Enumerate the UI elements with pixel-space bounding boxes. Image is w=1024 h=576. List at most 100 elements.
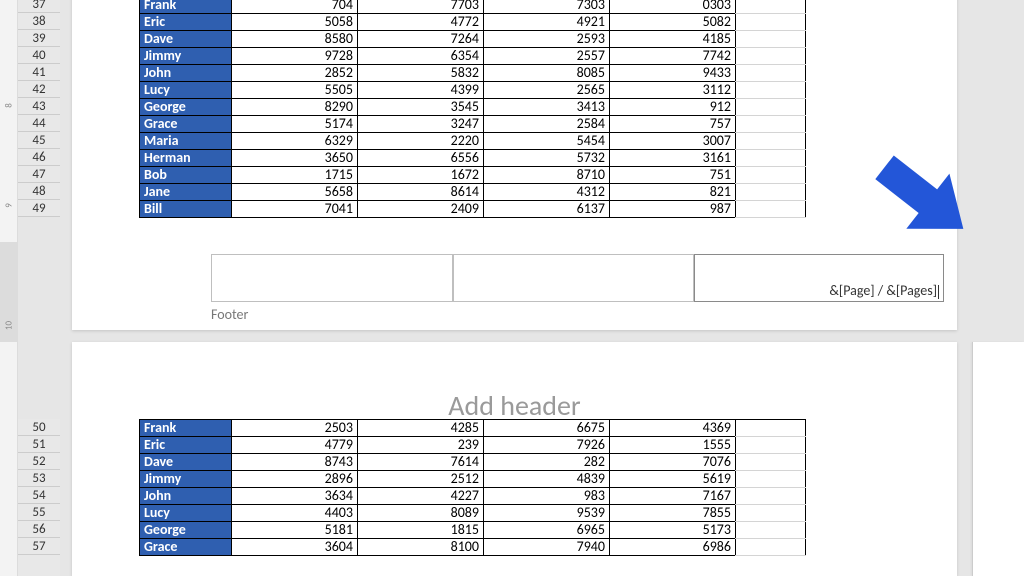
value-cell[interactable]: 987 bbox=[610, 201, 736, 218]
value-cell[interactable]: 5832 bbox=[358, 65, 484, 82]
value-cell[interactable]: 7703 bbox=[358, 0, 484, 14]
row-number[interactable]: 44 bbox=[18, 115, 60, 132]
data-table-1[interactable]: Frank704770373030303Eric5058477249215082… bbox=[139, 0, 736, 218]
value-cell[interactable]: 6675 bbox=[484, 420, 610, 437]
empty-cell[interactable] bbox=[736, 522, 806, 539]
name-cell[interactable]: Jane bbox=[140, 184, 232, 201]
name-cell[interactable]: Jimmy bbox=[140, 471, 232, 488]
value-cell[interactable]: 2557 bbox=[484, 48, 610, 65]
row-number[interactable]: 56 bbox=[18, 521, 60, 538]
name-cell[interactable]: Dave bbox=[140, 31, 232, 48]
table-row[interactable]: Jimmy9728635425577742 bbox=[140, 48, 736, 65]
value-cell[interactable]: 7303 bbox=[484, 0, 610, 14]
empty-cell[interactable] bbox=[736, 99, 806, 116]
value-cell[interactable]: 912 bbox=[610, 99, 736, 116]
value-cell[interactable]: 9728 bbox=[232, 48, 358, 65]
value-cell[interactable]: 5082 bbox=[610, 14, 736, 31]
empty-cell[interactable] bbox=[736, 454, 806, 471]
name-cell[interactable]: Frank bbox=[140, 0, 232, 14]
value-cell[interactable]: 7076 bbox=[610, 454, 736, 471]
row-number[interactable]: 38 bbox=[18, 13, 60, 30]
value-cell[interactable]: 5174 bbox=[232, 116, 358, 133]
name-cell[interactable]: Bob bbox=[140, 167, 232, 184]
value-cell[interactable]: 757 bbox=[610, 116, 736, 133]
value-cell[interactable]: 3650 bbox=[232, 150, 358, 167]
table-row[interactable]: John363442279837167 bbox=[140, 488, 736, 505]
value-cell[interactable]: 9539 bbox=[484, 505, 610, 522]
value-cell[interactable]: 2503 bbox=[232, 420, 358, 437]
row-number[interactable]: 43 bbox=[18, 98, 60, 115]
name-cell[interactable]: Lucy bbox=[140, 82, 232, 99]
value-cell[interactable]: 3413 bbox=[484, 99, 610, 116]
value-cell[interactable]: 5454 bbox=[484, 133, 610, 150]
value-cell[interactable]: 7855 bbox=[610, 505, 736, 522]
value-cell[interactable]: 8743 bbox=[232, 454, 358, 471]
name-cell[interactable]: Lucy bbox=[140, 505, 232, 522]
value-cell[interactable]: 7926 bbox=[484, 437, 610, 454]
empty-cell[interactable] bbox=[736, 133, 806, 150]
row-number[interactable]: 37 bbox=[18, 0, 60, 13]
value-cell[interactable]: 6556 bbox=[358, 150, 484, 167]
value-cell[interactable]: 4772 bbox=[358, 14, 484, 31]
name-cell[interactable]: Maria bbox=[140, 133, 232, 150]
name-cell[interactable]: George bbox=[140, 99, 232, 116]
value-cell[interactable]: 4403 bbox=[232, 505, 358, 522]
empty-cell[interactable] bbox=[736, 505, 806, 522]
value-cell[interactable]: 7167 bbox=[610, 488, 736, 505]
footer-right-box[interactable]: &[Page] / &[Pages] bbox=[694, 254, 944, 302]
value-cell[interactable]: 4369 bbox=[610, 420, 736, 437]
empty-cell[interactable] bbox=[736, 184, 806, 201]
value-cell[interactable]: 2852 bbox=[232, 65, 358, 82]
row-number[interactable]: 39 bbox=[18, 30, 60, 47]
value-cell[interactable]: 5658 bbox=[232, 184, 358, 201]
row-number[interactable]: 51 bbox=[18, 436, 60, 453]
table-row[interactable]: Grace517432472584757 bbox=[140, 116, 736, 133]
value-cell[interactable]: 4779 bbox=[232, 437, 358, 454]
value-cell[interactable]: 3604 bbox=[232, 539, 358, 556]
value-cell[interactable]: 8089 bbox=[358, 505, 484, 522]
value-cell[interactable]: 4921 bbox=[484, 14, 610, 31]
value-cell[interactable]: 239 bbox=[358, 437, 484, 454]
empty-cell[interactable] bbox=[736, 116, 806, 133]
name-cell[interactable]: Grace bbox=[140, 116, 232, 133]
table-row[interactable]: Dave874376142827076 bbox=[140, 454, 736, 471]
table-row[interactable]: Eric477923979261555 bbox=[140, 437, 736, 454]
value-cell[interactable]: 983 bbox=[484, 488, 610, 505]
value-cell[interactable]: 5173 bbox=[610, 522, 736, 539]
extra-column-1[interactable] bbox=[735, 0, 806, 218]
value-cell[interactable]: 3161 bbox=[610, 150, 736, 167]
value-cell[interactable]: 6986 bbox=[610, 539, 736, 556]
empty-cell[interactable] bbox=[736, 150, 806, 167]
value-cell[interactable]: 8100 bbox=[358, 539, 484, 556]
row-number[interactable]: 50 bbox=[18, 419, 60, 436]
value-cell[interactable]: 5619 bbox=[610, 471, 736, 488]
name-cell[interactable]: John bbox=[140, 65, 232, 82]
value-cell[interactable]: 2593 bbox=[484, 31, 610, 48]
value-cell[interactable]: 5732 bbox=[484, 150, 610, 167]
value-cell[interactable]: 7264 bbox=[358, 31, 484, 48]
value-cell[interactable]: 7041 bbox=[232, 201, 358, 218]
value-cell[interactable]: 4839 bbox=[484, 471, 610, 488]
value-cell[interactable]: 4185 bbox=[610, 31, 736, 48]
value-cell[interactable]: 1815 bbox=[358, 522, 484, 539]
add-header-placeholder[interactable]: Add header bbox=[72, 388, 957, 423]
data-table-2[interactable]: Frank2503428566754369Eric477923979261555… bbox=[139, 419, 736, 556]
name-cell[interactable]: Jimmy bbox=[140, 48, 232, 65]
value-cell[interactable]: 282 bbox=[484, 454, 610, 471]
value-cell[interactable]: 3112 bbox=[610, 82, 736, 99]
row-number[interactable]: 41 bbox=[18, 64, 60, 81]
table-row[interactable]: Dave8580726425934185 bbox=[140, 31, 736, 48]
value-cell[interactable]: 8614 bbox=[358, 184, 484, 201]
empty-cell[interactable] bbox=[736, 488, 806, 505]
value-cell[interactable]: 5058 bbox=[232, 14, 358, 31]
value-cell[interactable]: 3634 bbox=[232, 488, 358, 505]
empty-cell[interactable] bbox=[736, 437, 806, 454]
value-cell[interactable]: 6329 bbox=[232, 133, 358, 150]
empty-cell[interactable] bbox=[736, 48, 806, 65]
value-cell[interactable]: 1555 bbox=[610, 437, 736, 454]
name-cell[interactable]: John bbox=[140, 488, 232, 505]
value-cell[interactable]: 4227 bbox=[358, 488, 484, 505]
row-number[interactable]: 46 bbox=[18, 149, 60, 166]
row-number[interactable]: 53 bbox=[18, 470, 60, 487]
row-number[interactable]: 52 bbox=[18, 453, 60, 470]
